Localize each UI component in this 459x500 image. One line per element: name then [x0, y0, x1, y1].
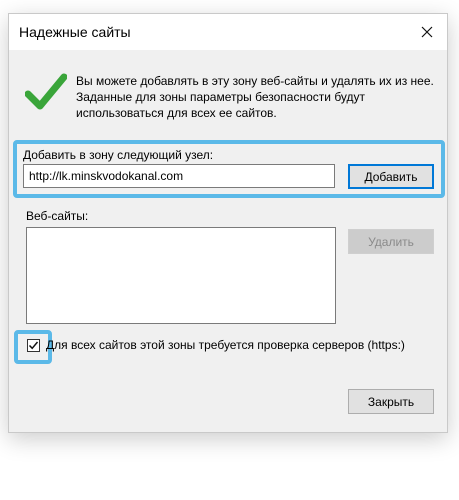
add-site-label: Добавить в зону следующий узел:	[23, 148, 214, 162]
close-icon	[421, 26, 433, 38]
checkmark-icon	[25, 73, 67, 110]
close-window-button[interactable]	[407, 14, 447, 50]
remove-button[interactable]: Удалить	[348, 229, 434, 254]
trusted-sites-dialog: Надежные сайты Вы можете добавлять в эту…	[8, 13, 448, 433]
close-button[interactable]: Закрыть	[348, 389, 434, 414]
websites-label: Веб-сайты:	[26, 209, 89, 223]
zone-description: Вы можете добавлять в эту зону веб-сайты…	[76, 74, 434, 120]
checkbox-check-icon	[28, 341, 39, 350]
dialog-title: Надежные сайты	[19, 24, 131, 40]
title-bar: Надежные сайты	[9, 14, 447, 50]
websites-list[interactable]	[26, 227, 336, 324]
add-button[interactable]: Добавить	[348, 164, 434, 189]
https-checkbox[interactable]	[27, 339, 40, 352]
https-checkbox-label: Для всех сайтов этой зоны требуется пров…	[46, 338, 405, 352]
add-site-input[interactable]	[23, 164, 335, 188]
